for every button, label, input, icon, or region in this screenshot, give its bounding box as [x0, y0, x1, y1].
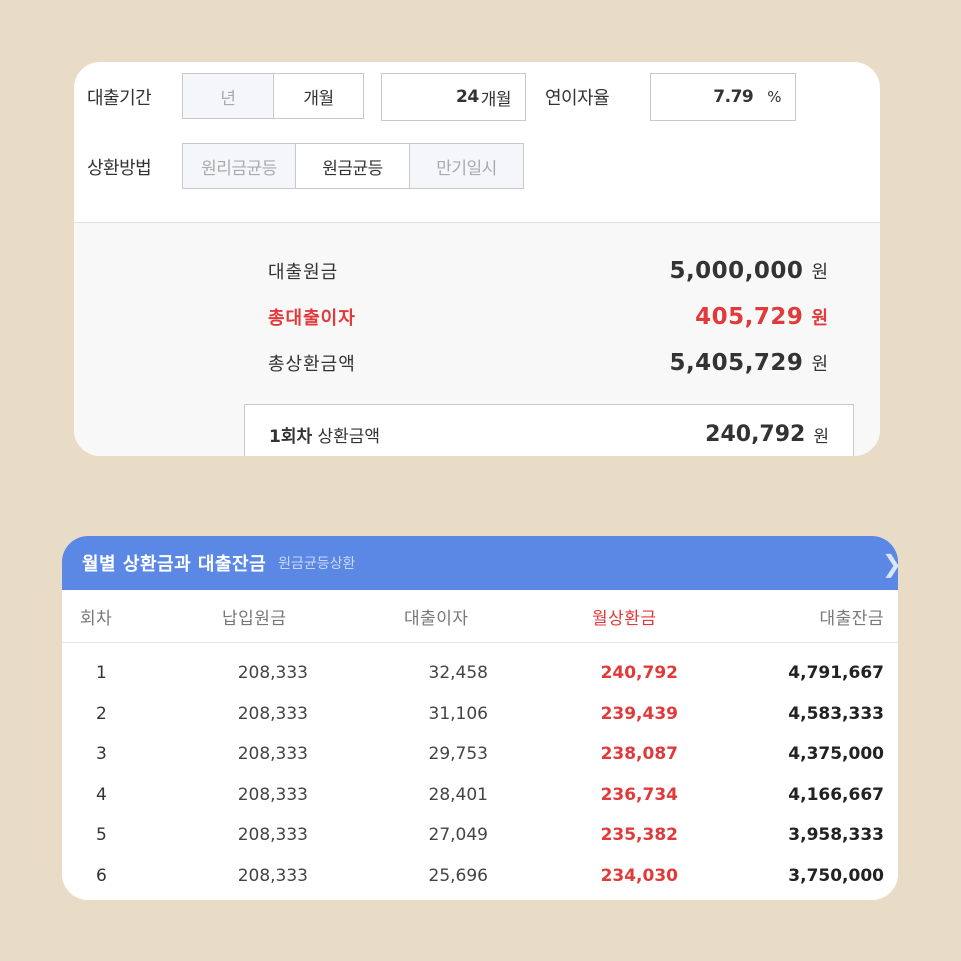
table-row: 2 208,333 31,106 239,439 4,583,333: [62, 694, 898, 734]
row-balance: 3,958,333: [788, 825, 884, 845]
col-monthly-payment: 월상환금: [592, 609, 657, 629]
first-payment-label: 1회차 상환금액: [269, 422, 705, 447]
row-principal: 208,333: [237, 663, 308, 683]
row-monthly-payment: 240,792: [600, 663, 678, 683]
row-principal: 208,333: [237, 865, 308, 886]
row-balance: 4,375,000: [788, 744, 884, 764]
total-interest-unit: 원: [811, 308, 828, 329]
table-row: 1 208,333 32,458 240,792 4,791,667: [62, 653, 898, 693]
table-row: 5 208,333 27,049 235,382 3,958,333: [62, 815, 898, 855]
rate-label: 연이자율: [545, 88, 610, 109]
principal-unit: 원: [811, 262, 828, 283]
row-round: 3: [96, 744, 107, 764]
col-interest: 대출이자: [404, 609, 469, 629]
period-unit-year-button[interactable]: 년: [182, 73, 274, 119]
row-round: 6: [96, 865, 107, 886]
row-principal: 208,333: [237, 744, 308, 764]
row-balance: 4,791,667: [788, 663, 884, 683]
row-interest: 28,401: [428, 784, 488, 805]
row-round: 2: [96, 703, 107, 724]
table-row: 6 208,333 25,696 234,030 3,750,000: [62, 856, 898, 896]
row-interest: 25,696: [428, 865, 488, 886]
first-payment-round: 1회차: [269, 426, 313, 447]
rate-unit: %: [767, 88, 781, 106]
row-monthly-payment: 238,087: [600, 744, 678, 764]
row-interest: 29,753: [428, 744, 488, 764]
col-balance: 대출잔금: [819, 609, 884, 629]
row-monthly-payment: 235,382: [600, 825, 678, 845]
first-payment-box: 1회차 상환금액 240,792 원: [244, 404, 854, 456]
method-toggle: 원리금균등 원금균등 만기일시: [182, 143, 524, 189]
period-unit-month-button[interactable]: 개월: [274, 73, 364, 119]
first-payment-value: 240,792: [705, 421, 806, 447]
schedule-card: 월별 상환금과 대출잔금 원금균등상환 ❯ 회차 납입원금 대출이자 월상환금 …: [62, 536, 898, 900]
row-interest: 31,106: [428, 703, 488, 724]
total-interest-label: 총대출이자: [268, 308, 356, 329]
total-interest-row: 총대출이자 405,729 원: [268, 300, 828, 334]
period-value: 24: [456, 87, 479, 107]
table-row: 4 208,333 28,401 236,734 4,166,667: [62, 775, 898, 815]
total-repay-row: 총상환금액 5,405,729 원: [268, 346, 828, 380]
method-equal-payment-button[interactable]: 원리금균등: [182, 143, 296, 189]
row-round: 1: [96, 663, 107, 683]
row-round: 4: [96, 784, 107, 805]
method-label: 상환방법: [87, 158, 152, 179]
schedule-header: 월별 상환금과 대출잔금 원금균등상환 ❯: [62, 536, 898, 590]
period-value-unit: 개월: [480, 89, 512, 110]
row-principal: 208,333: [237, 825, 308, 845]
row-monthly-payment: 234,030: [600, 865, 678, 886]
row-balance: 4,166,667: [788, 784, 884, 805]
total-interest-value: 405,729: [695, 304, 804, 330]
schedule-subtitle: 원금균등상환: [278, 556, 356, 572]
row-round: 5: [96, 825, 107, 845]
row-balance: 3,750,000: [788, 865, 884, 886]
loan-calculator-card: 대출기간 년 개월 24 개월 연이자율 7.79 % 상환방법 원리금균등 원…: [74, 62, 880, 456]
method-equal-principal-button[interactable]: 원금균등: [296, 143, 410, 189]
rate-input[interactable]: 7.79 %: [650, 73, 796, 121]
period-input[interactable]: 24 개월: [381, 73, 526, 121]
row-interest: 27,049: [428, 825, 488, 845]
row-balance: 4,583,333: [788, 703, 884, 724]
row-monthly-payment: 239,439: [600, 703, 678, 724]
total-repay-label: 총상환금액: [268, 354, 356, 375]
period-unit-toggle: 년 개월: [182, 73, 364, 119]
total-repay-unit: 원: [811, 354, 828, 375]
chevron-right-icon[interactable]: ❯: [882, 550, 898, 578]
principal-label: 대출원금: [268, 262, 339, 283]
row-principal: 208,333: [237, 784, 308, 805]
col-round: 회차: [80, 609, 113, 629]
method-bullet-button[interactable]: 만기일시: [410, 143, 524, 189]
row-principal: 208,333: [237, 703, 308, 724]
schedule-title: 월별 상환금과 대출잔금: [82, 554, 267, 575]
rate-value: 7.79: [713, 87, 754, 107]
row-monthly-payment: 236,734: [600, 784, 678, 805]
col-principal: 납입원금: [222, 609, 287, 629]
principal-row: 대출원금 5,000,000 원: [268, 254, 828, 288]
period-label: 대출기간: [87, 88, 152, 109]
row-interest: 32,458: [428, 663, 488, 683]
table-row: 3 208,333 29,753 238,087 4,375,000: [62, 734, 898, 774]
first-payment-text: 상환금액: [317, 426, 381, 447]
total-repay-value: 5,405,729: [669, 350, 804, 376]
principal-value: 5,000,000: [669, 258, 804, 284]
schedule-column-header: 회차 납입원금 대출이자 월상환금 대출잔금: [62, 590, 898, 643]
first-payment-unit: 원: [813, 426, 829, 447]
